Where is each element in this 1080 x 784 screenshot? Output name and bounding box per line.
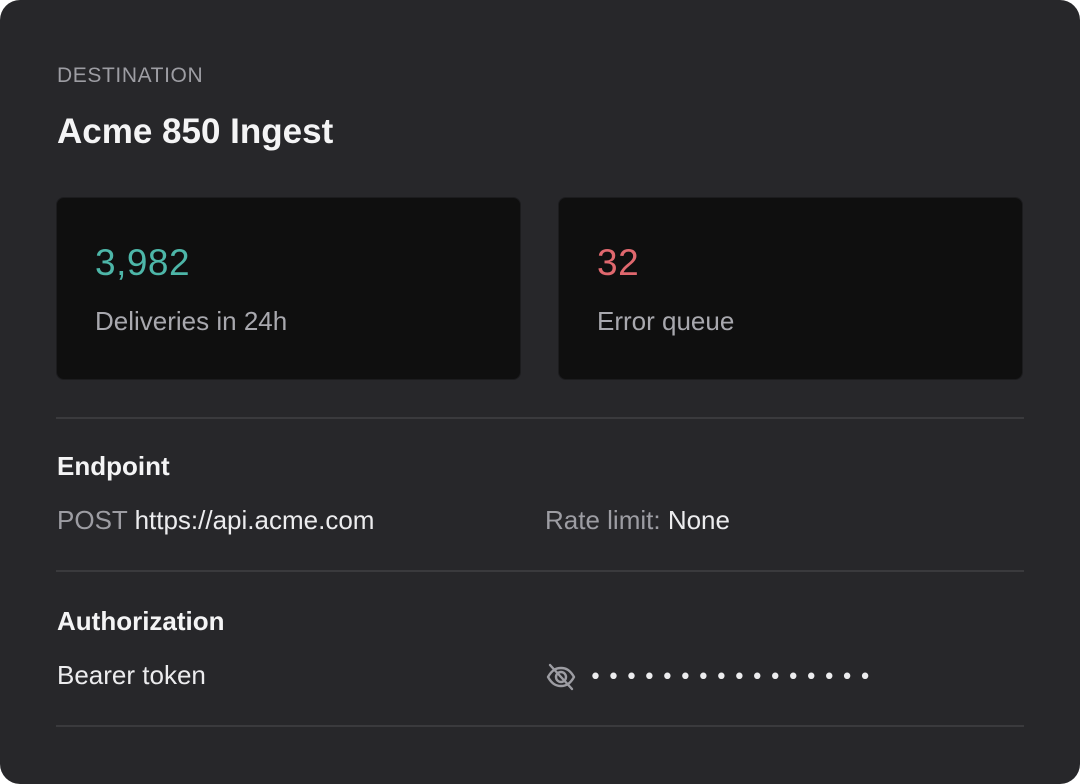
stat-error-queue: 32 Error queue (558, 197, 1023, 380)
eye-off-icon[interactable] (545, 661, 577, 693)
stat-error-queue-label: Error queue (597, 306, 735, 336)
eyebrow-label: DESTINATION (57, 64, 204, 87)
rate-limit-row: Rate limit: None (545, 505, 730, 536)
destination-title: Acme 850 Ingest (57, 112, 334, 151)
token-field: •••••••••••••••• (545, 660, 877, 694)
endpoint-row: POST https://api.acme.com (57, 505, 374, 536)
endpoint-section-title: Endpoint (57, 451, 170, 481)
authorization-section-title: Authorization (57, 606, 225, 636)
rate-limit-label: Rate limit: (545, 505, 661, 535)
destination-card: DESTINATION Acme 850 Ingest 3,982 Delive… (0, 0, 1080, 784)
divider (56, 570, 1024, 572)
divider (56, 417, 1024, 419)
stat-error-queue-value: 32 (597, 242, 640, 283)
auth-type: Bearer token (57, 660, 206, 690)
token-masked-value: •••••••••••••••• (589, 664, 877, 690)
rate-limit-value: None (667, 505, 730, 535)
stat-deliveries: 3,982 Deliveries in 24h (56, 197, 521, 380)
endpoint-url: https://api.acme.com (134, 505, 375, 535)
endpoint-method: POST (57, 505, 128, 535)
stat-deliveries-label: Deliveries in 24h (95, 306, 288, 336)
divider (56, 725, 1024, 727)
stat-deliveries-value: 3,982 (95, 242, 191, 283)
